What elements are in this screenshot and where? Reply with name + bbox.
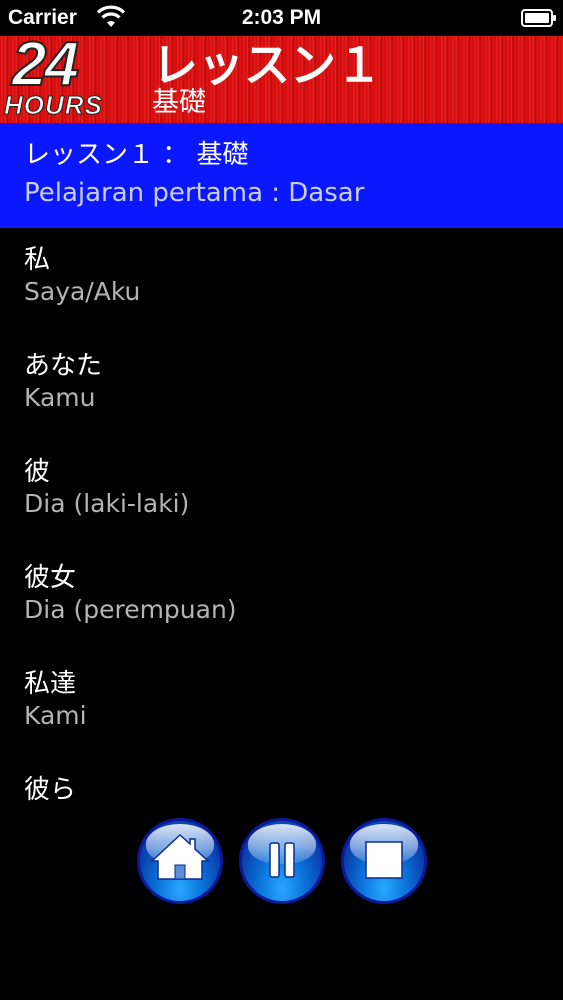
- app-screen: Carrier 2:03 PM 24 HOURS レッスン１ 基礎 レッスン１ …: [0, 0, 563, 1000]
- clock-time: 2:03 PM: [241, 6, 322, 29]
- vocab-translation: Dia (laki-laki): [24, 489, 190, 518]
- status-bar: Carrier 2:03 PM: [0, 0, 563, 36]
- header-subtitle: 基礎: [152, 87, 206, 118]
- header-title: レッスン１: [152, 38, 382, 92]
- lesson-title-bar: レッスン１ ： 基礎 Pelajaran pertama : Dasar: [0, 123, 563, 228]
- stop-button[interactable]: [341, 818, 427, 904]
- vocab-translation: Saya/Aku: [24, 277, 141, 306]
- lesson-title: レッスン１ ： 基礎: [24, 140, 249, 170]
- pause-button[interactable]: [239, 818, 325, 904]
- vocab-japanese: 彼: [24, 457, 51, 487]
- vocab-item[interactable]: 私 Saya/Aku: [24, 244, 544, 308]
- lesson-subtitle: Pelajaran pertama : Dasar: [24, 178, 365, 208]
- vocab-list[interactable]: 私 Saya/Aku あなた Kamu 彼 Dia (laki-laki) 彼女…: [0, 228, 563, 808]
- home-icon: [150, 833, 210, 880]
- stop-icon: [365, 841, 403, 879]
- app-logo: 24 HOURS: [4, 36, 128, 120]
- logo-number: 24: [11, 36, 80, 99]
- logo-word: HOURS: [4, 90, 103, 120]
- vocab-item[interactable]: 彼 Dia (laki-laki): [24, 456, 544, 520]
- battery-icon: [521, 9, 556, 27]
- vocab-japanese: 彼女: [24, 563, 77, 593]
- app-header: 24 HOURS レッスン１ 基礎: [0, 36, 563, 123]
- vocab-item[interactable]: 私達 Kami: [24, 668, 544, 732]
- playback-controls: [0, 818, 563, 906]
- vocab-item[interactable]: 彼ら: [24, 774, 544, 806]
- vocab-translation: Kamu: [24, 383, 96, 412]
- vocab-item[interactable]: あなた Kamu: [24, 350, 544, 414]
- pause-icon: [269, 842, 295, 878]
- vocab-japanese: あなた: [24, 351, 103, 381]
- vocab-translation: Kami: [24, 701, 87, 730]
- vocab-item[interactable]: 彼女 Dia (perempuan): [24, 562, 544, 626]
- vocab-japanese: 私: [24, 245, 51, 275]
- vocab-japanese: 彼ら: [24, 775, 77, 805]
- vocab-japanese: 私達: [24, 669, 77, 699]
- home-button[interactable]: [137, 818, 223, 904]
- vocab-translation: Dia (perempuan): [24, 595, 237, 624]
